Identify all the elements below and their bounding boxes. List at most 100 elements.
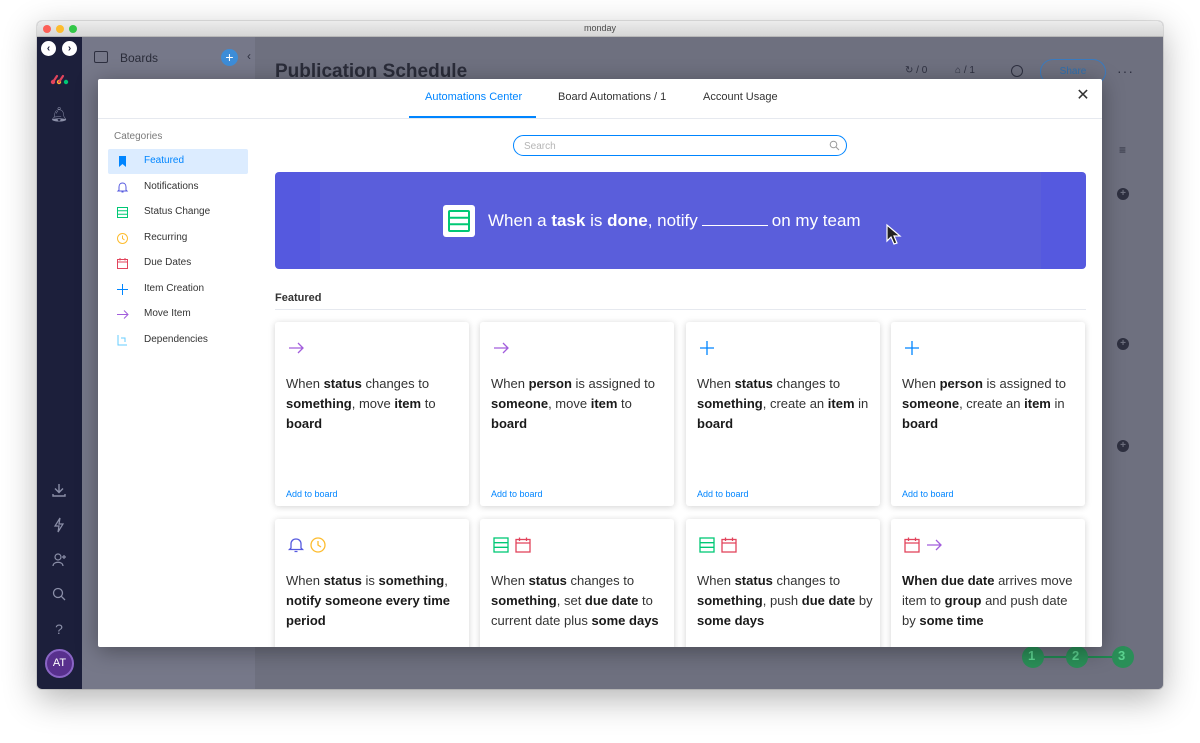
recipe-icons	[287, 536, 331, 554]
recipe-text-part: , push	[762, 593, 802, 608]
featured-banner[interactable]: When a task is done, notify on my team	[275, 172, 1086, 269]
recipe-text-part: some days	[591, 613, 659, 628]
add-group-icon[interactable]: +	[1117, 188, 1129, 200]
recipe-text: When status changes to something, create…	[697, 374, 873, 434]
category-featured[interactable]: Featured	[108, 149, 248, 174]
calendar-icon	[514, 537, 536, 558]
recipe-card[interactable]: When status changes to something, move i…	[275, 322, 469, 506]
recipe-text-part: some days	[697, 613, 765, 628]
recipe-text-part: When	[286, 376, 324, 391]
bell-icon[interactable]: 🔔︎	[50, 105, 68, 123]
search-input[interactable]	[524, 138, 814, 154]
recipe-text: When status changes to something, move i…	[286, 374, 462, 434]
lightning-icon[interactable]	[50, 516, 68, 534]
recipe-text: When status is something, notify someone…	[286, 571, 462, 631]
recipe-card[interactable]: When due date arrives move item to group…	[891, 519, 1085, 647]
recipe-card[interactable]: When status changes to something, set du…	[480, 519, 674, 647]
add-group-icon[interactable]: +	[1117, 440, 1129, 452]
recipe-text-part: status	[734, 376, 773, 391]
recipe-text-part: board	[491, 416, 528, 431]
recipe-text-part: item	[827, 396, 855, 411]
clock-icon	[117, 233, 128, 244]
recipe-text-part: , create an	[959, 396, 1025, 411]
recipe-text-part: something	[491, 593, 557, 608]
status-icon	[448, 210, 470, 232]
members-count[interactable]: ⌂ / 1	[955, 65, 975, 76]
recipe-text-part: , create an	[762, 396, 828, 411]
banner-text-part: done	[607, 211, 648, 230]
add-user-icon[interactable]	[50, 551, 68, 569]
avatar[interactable]: AT	[45, 649, 74, 678]
forward-arrow-icon[interactable]: ›	[62, 41, 77, 56]
monday-logo[interactable]	[50, 73, 70, 85]
category-notifications[interactable]: Notifications	[108, 175, 248, 200]
search-icon[interactable]	[50, 585, 68, 603]
close-icon[interactable]: ✕	[1074, 87, 1092, 105]
recipe-card[interactable]: When person is assigned to someone, crea…	[891, 322, 1085, 506]
recipe-text-part: group	[944, 593, 982, 608]
recipe-text-part: , move	[351, 396, 395, 411]
recipe-text-part: When	[697, 573, 735, 588]
recipe-text-part: person	[939, 376, 983, 391]
add-board-button[interactable]: +	[221, 49, 238, 66]
recipe-text-part: is assigned to	[571, 376, 656, 391]
recipe-text-part: When	[902, 573, 941, 588]
recipe-text-part: by	[855, 593, 873, 608]
recipe-text-part: status	[528, 573, 567, 588]
search-icon[interactable]	[829, 140, 840, 151]
recipe-card[interactable]: When status is something, notify someone…	[275, 519, 469, 647]
recipe-text-part: is assigned to	[982, 376, 1067, 391]
recipe-icons	[903, 339, 925, 357]
add-to-board-link[interactable]: Add to board	[902, 489, 954, 499]
status-icon	[492, 537, 514, 558]
category-label: Item Creation	[144, 283, 205, 294]
recipe-text-part: due date	[801, 593, 856, 608]
category-due-dates[interactable]: Due Dates	[108, 251, 248, 276]
add-to-board-link[interactable]: Add to board	[491, 489, 543, 499]
download-icon[interactable]	[50, 481, 68, 499]
category-move-item[interactable]: Move Item	[108, 302, 248, 327]
recipe-icons	[492, 339, 514, 357]
category-label: Move Item	[144, 308, 191, 319]
add-to-board-link[interactable]: Add to board	[286, 489, 338, 499]
category-recurring[interactable]: Recurring	[108, 226, 248, 251]
recipe-text-part: something	[286, 396, 352, 411]
more-options-icon[interactable]: ···	[1117, 63, 1134, 79]
category-label: Featured	[144, 155, 185, 166]
recipe-icons	[698, 339, 720, 357]
collapse-panel-icon[interactable]: ‹	[247, 49, 251, 63]
activity-count[interactable]: ↻ / 0	[905, 65, 927, 76]
help-icon[interactable]: ?	[50, 620, 68, 638]
left-navigation-bar: ‹ › 🔔︎ ? AT	[37, 37, 82, 689]
recipe-text: When status changes to something, push d…	[697, 571, 873, 631]
recipe-text-part: changes to	[772, 376, 841, 391]
recipe-text-part: changes to	[566, 573, 635, 588]
banner-text-part: , notify	[647, 211, 698, 230]
category-status-change[interactable]: Status Change	[108, 200, 248, 225]
recipe-text: When person is assigned to someone, move…	[491, 374, 667, 434]
tab-board-automations[interactable]: Board Automations / 1	[558, 91, 666, 103]
activity-icon: ↻	[905, 65, 914, 76]
recipe-card[interactable]: When status changes to something, create…	[686, 322, 880, 506]
progress-step-3: 3	[1118, 648, 1126, 663]
banner-sentence: When a task is done, notify on my team	[488, 211, 861, 231]
recipe-card[interactable]: When status changes to something, push d…	[686, 519, 880, 647]
category-dependencies[interactable]: Dependencies	[108, 328, 248, 353]
recipe-card[interactable]: When person is assigned to someone, move…	[480, 322, 674, 506]
recipe-text-part: item	[1024, 396, 1051, 411]
tab-account-usage[interactable]: Account Usage	[703, 91, 778, 103]
back-arrow-icon[interactable]: ‹	[41, 41, 56, 56]
featured-heading: Featured	[275, 292, 322, 304]
category-label: Dependencies	[144, 334, 208, 345]
add-group-icon[interactable]: +	[1117, 338, 1129, 350]
recipe-text-part: When	[286, 573, 324, 588]
category-item-creation[interactable]: Item Creation	[108, 277, 248, 302]
tab-automations-center[interactable]: Automations Center	[425, 91, 522, 103]
clock-icon	[309, 537, 331, 558]
sidebar-toggle-icon[interactable]	[94, 51, 108, 63]
recipe-text: When status changes to something, set du…	[491, 571, 667, 631]
filter-icon[interactable]: ≡	[1119, 143, 1126, 157]
add-to-board-link[interactable]: Add to board	[697, 489, 749, 499]
cursor-icon	[886, 223, 902, 245]
smile-icon[interactable]	[1011, 65, 1023, 77]
